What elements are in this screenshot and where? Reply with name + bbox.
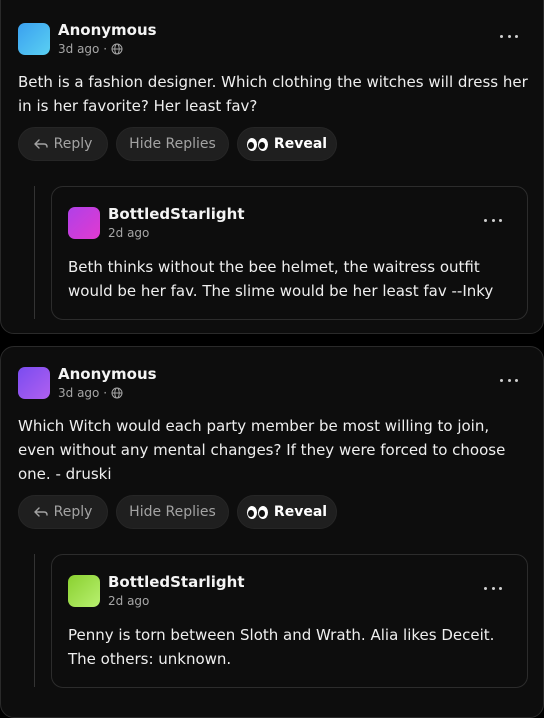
- author-name[interactable]: Anonymous: [58, 365, 157, 383]
- thread-line: [34, 186, 35, 319]
- avatar[interactable]: [68, 575, 100, 607]
- post-header: Anonymous 3d ago ·: [18, 21, 157, 56]
- reply-age: 2d ago: [108, 594, 150, 608]
- post-age: 3d ago ·: [58, 386, 108, 400]
- avatar[interactable]: [18, 367, 50, 399]
- reveal-button[interactable]: Reveal: [237, 127, 337, 161]
- reply-arrow-icon: [33, 507, 48, 517]
- post-text: Which Witch would each party member be m…: [18, 417, 506, 483]
- eyes-icon: [246, 505, 268, 519]
- post-card: Anonymous 3d ago · Beth is a fashion des…: [0, 0, 544, 334]
- reply-button-label: Reply: [53, 136, 93, 152]
- reply-card: BottledStarlight 2d ago Beth thinks with…: [51, 186, 528, 320]
- globe-icon: [111, 43, 123, 55]
- more-options-icon[interactable]: [500, 371, 518, 389]
- reveal-label: Reveal: [273, 504, 328, 520]
- reveal-label: Reveal: [273, 136, 328, 152]
- avatar[interactable]: [68, 207, 100, 239]
- reply-text: Penny is torn between Sloth and Wrath. A…: [68, 626, 495, 668]
- more-options-icon[interactable]: [484, 579, 502, 597]
- author-name[interactable]: BottledStarlight: [108, 573, 245, 591]
- hide-replies-button[interactable]: Hide Replies: [116, 127, 229, 161]
- reveal-button[interactable]: Reveal: [237, 495, 337, 529]
- reply-card: BottledStarlight 2d ago Penny is torn be…: [51, 554, 528, 688]
- reply-arrow-icon: [33, 139, 48, 149]
- hide-replies-label: Hide Replies: [129, 136, 216, 152]
- reply-text: Beth thinks without the bee helmet, the …: [68, 258, 494, 300]
- author-name[interactable]: Anonymous: [58, 21, 157, 39]
- reply-button[interactable]: Reply: [18, 127, 108, 161]
- hide-replies-label: Hide Replies: [129, 504, 216, 520]
- post-header: Anonymous 3d ago ·: [18, 365, 157, 400]
- more-options-icon[interactable]: [500, 27, 518, 45]
- more-options-icon[interactable]: [484, 211, 502, 229]
- reply-header: BottledStarlight 2d ago: [68, 573, 245, 608]
- reply-button-label: Reply: [53, 504, 93, 520]
- post-text: Beth is a fashion designer. Which clothi…: [18, 73, 528, 115]
- reply-button[interactable]: Reply: [18, 495, 108, 529]
- author-name[interactable]: BottledStarlight: [108, 205, 245, 223]
- post-card: Anonymous 3d ago · Which Witch would eac…: [0, 346, 544, 718]
- thread-line: [34, 554, 35, 687]
- eyes-icon: [246, 137, 268, 151]
- reply-header: BottledStarlight 2d ago: [68, 205, 245, 240]
- hide-replies-button[interactable]: Hide Replies: [116, 495, 229, 529]
- post-age: 3d ago ·: [58, 42, 108, 56]
- reply-age: 2d ago: [108, 226, 150, 240]
- globe-icon: [111, 387, 123, 399]
- avatar[interactable]: [18, 23, 50, 55]
